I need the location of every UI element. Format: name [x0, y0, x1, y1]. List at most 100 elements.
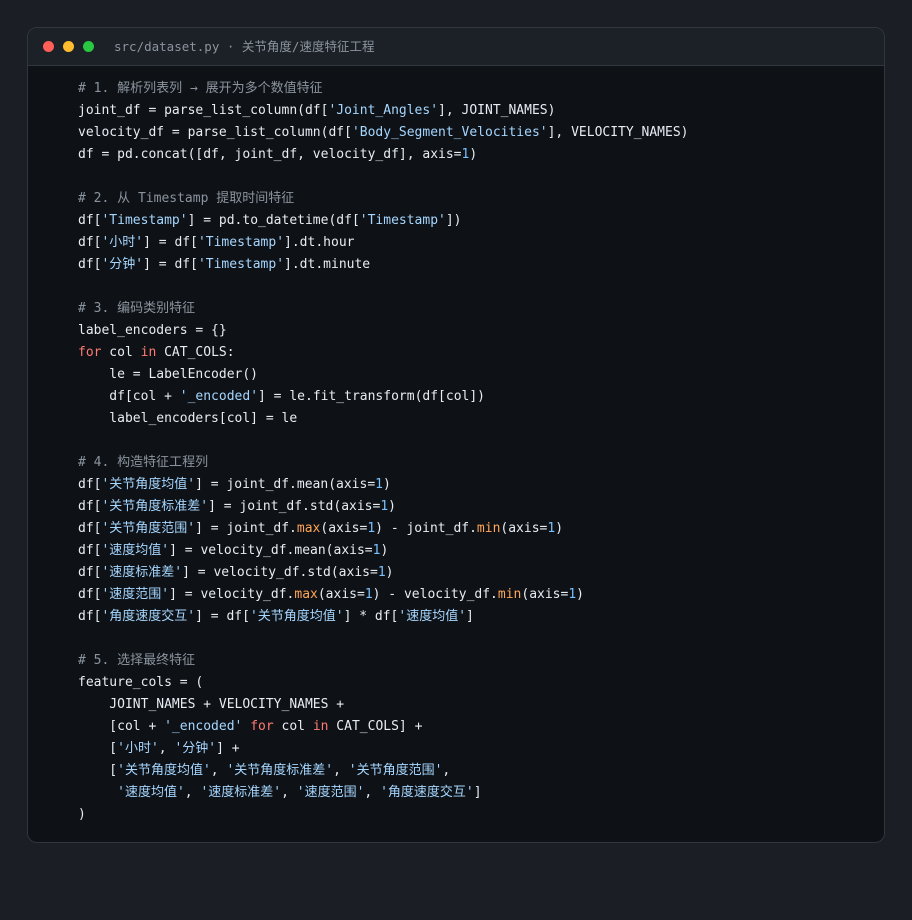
code-token-comment: # 1. 解析列表列 → 展开为多个数值特征 — [78, 81, 323, 96]
code-token-string: 'Timestamp' — [197, 257, 285, 272]
code-token-string: '速度均值' — [101, 543, 170, 558]
code-token-plain: (axis= — [320, 521, 368, 536]
code-line: ['小时', '分钟'] + — [78, 738, 874, 760]
code-token-plain: ].dt.minute — [284, 257, 371, 272]
code-token-plain: ) — [380, 543, 389, 558]
code-line: ) — [78, 804, 874, 826]
code-editor[interactable]: # 1. 解析列表列 → 展开为多个数值特征 joint_df = parse_l… — [78, 78, 874, 826]
code-token-plain: , — [333, 763, 349, 778]
code-token-plain: ] = df[ — [143, 257, 198, 272]
code-window: src/dataset.py · 关节角度/速度特征工程 # 1. 解析列表列 … — [27, 27, 885, 843]
code-token-string: '分钟' — [174, 741, 217, 756]
code-token-plain: df[ — [78, 565, 102, 580]
code-token-string: '_encoded' — [179, 389, 259, 404]
code-token-plain: (axis= — [500, 521, 548, 536]
code-token-string: '速度均值' — [398, 609, 467, 624]
code-token-string: '关节角度均值' — [249, 609, 344, 624]
code-line: feature_cols = ( — [78, 672, 874, 694]
code-line: df['关节角度均值'] = joint_df.mean(axis=1) — [78, 474, 874, 496]
code-token-plain: ) — [388, 499, 396, 514]
code-token-plain: ] + — [216, 741, 240, 756]
code-token-string: '分钟' — [101, 257, 144, 272]
code-token-string: 'Timestamp' — [101, 213, 188, 228]
code-token-builtin: max — [296, 521, 321, 536]
code-token-string: 'Timestamp' — [197, 235, 285, 250]
code-line: df['关节角度范围'] = joint_df.max(axis=1) - jo… — [78, 518, 874, 540]
code-token-string: 'Joint_Angles' — [328, 103, 439, 118]
code-token-plain: df[ — [78, 609, 102, 624]
code-line: df['角度速度交互'] = df['关节角度均值'] * df['速度均值'] — [78, 606, 874, 628]
code-token-plain: , — [364, 785, 381, 800]
code-token-number: 1 — [375, 477, 383, 492]
close-button[interactable] — [43, 41, 54, 52]
code-token-plain: feature_cols = ( — [78, 675, 204, 690]
code-line: df['速度标准差'] = velocity_df.std(axis=1) — [78, 562, 874, 584]
code-token-builtin: max — [294, 587, 318, 602]
code-token-keyword: for — [78, 345, 102, 360]
code-token-plain: ].dt.hour — [284, 235, 355, 250]
code-token-plain: [ — [78, 763, 118, 778]
code-line: df['Timestamp'] = pd.to_datetime(df['Tim… — [78, 210, 874, 232]
code-token-comment: # 3. 编码类别特征 — [78, 301, 196, 316]
code-token-plain: ] = pd.to_datetime(df[ — [187, 213, 360, 228]
code-token-keyword: in — [140, 345, 157, 360]
code-token-plain: ], JOINT_NAMES) — [438, 103, 556, 118]
code-token-plain: df[ — [78, 257, 102, 272]
code-token-plain: , — [158, 741, 175, 756]
code-token-number: 1 — [364, 587, 373, 602]
code-line: '速度均值', '速度标准差', '速度范围', '角度速度交互'] — [78, 782, 874, 804]
minimize-button[interactable] — [63, 41, 74, 52]
code-token-plain: ] = joint_df. — [195, 521, 297, 536]
code-token-plain: ) — [385, 565, 394, 580]
code-token-plain: joint_df = parse_list_column(df[ — [78, 103, 329, 118]
code-line: JOINT_NAMES + VELOCITY_NAMES + — [78, 694, 874, 716]
code-token-string: '速度均值' — [117, 785, 185, 800]
code-token-plain: ] = joint_df.mean(axis= — [195, 477, 376, 492]
code-token-plain: df = pd.concat([df, joint_df, velocity_d… — [78, 147, 462, 162]
code-token-keyword: in — [312, 719, 329, 734]
code-token-plain: ] = velocity_df. — [169, 587, 295, 602]
code-token-plain: [col + — [78, 719, 165, 734]
code-token-plain: ] = joint_df.std(axis= — [208, 499, 381, 514]
code-token-plain: (axis= — [317, 587, 365, 602]
code-token-plain: le = LabelEncoder() — [78, 367, 259, 382]
code-line: label_encoders[col] = le — [78, 408, 874, 430]
code-token-plain: , — [184, 785, 201, 800]
code-line: # 2. 从 Timestamp 提取时间特征 — [78, 188, 874, 210]
code-token-comment: # 5. 选择最终特征 — [78, 653, 196, 668]
code-token-plain: CAT_COLS: — [156, 345, 235, 360]
code-token-plain: ] * df[ — [343, 609, 399, 624]
code-line: # 3. 编码类别特征 — [78, 298, 874, 320]
code-line: for col in CAT_COLS: — [78, 342, 874, 364]
code-token-string: '关节角度范围' — [101, 521, 196, 536]
code-token-string: '小时' — [101, 235, 144, 250]
code-token-plain: df[ — [78, 543, 102, 558]
code-token-plain: ) — [576, 587, 584, 602]
code-line: # 5. 选择最终特征 — [78, 650, 874, 672]
code-token-string: '小时' — [117, 741, 159, 756]
code-token-string: '速度标准差' — [200, 785, 282, 800]
code-token-plain: col — [273, 719, 313, 734]
code-token-string: '关节角度标准差' — [226, 763, 334, 778]
code-token-builtin: min — [476, 521, 501, 536]
code-token-plain: , — [442, 763, 451, 778]
code-token-plain: ]) — [445, 213, 462, 228]
code-token-plain: label_encoders = {} — [78, 323, 227, 338]
code-token-string: '速度范围' — [296, 785, 365, 800]
code-line: df['分钟'] = df['Timestamp'].dt.minute — [78, 254, 874, 276]
code-token-plain: ] = velocity_df.mean(axis= — [169, 543, 373, 558]
code-token-plain: ) - velocity_df. — [372, 587, 498, 602]
code-token-number: 1 — [568, 587, 577, 602]
code-line: # 1. 解析列表列 → 展开为多个数值特征 — [78, 78, 874, 100]
code-token-plain: col — [101, 345, 141, 360]
code-line: df = pd.concat([df, joint_df, velocity_d… — [78, 144, 874, 166]
code-line: label_encoders = {} — [78, 320, 874, 342]
code-line: df['关节角度标准差'] = joint_df.std(axis=1) — [78, 496, 874, 518]
code-token-plain: , — [281, 785, 297, 800]
code-token-plain: df[ — [78, 587, 102, 602]
code-token-plain: df[ — [78, 499, 102, 514]
maximize-button[interactable] — [83, 41, 94, 52]
